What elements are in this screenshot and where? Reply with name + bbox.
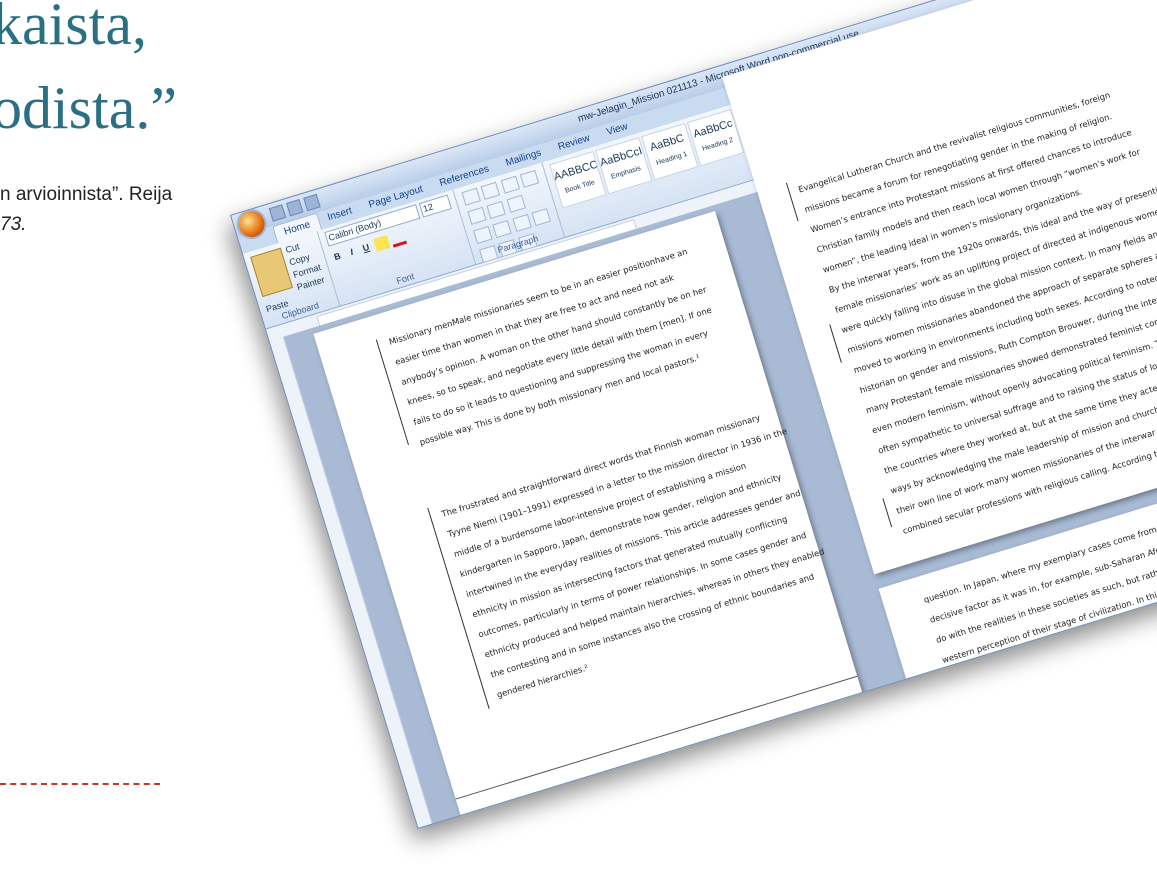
- page2-text: Evangelical Lutheran Church and the revi…: [796, 76, 1157, 542]
- document-line: viewpoint and identity this calling was …: [527, 694, 863, 806]
- bold-button[interactable]: B: [330, 248, 345, 264]
- increase-indent-icon[interactable]: [466, 206, 487, 225]
- slide-subtitle-line-2: 73.: [0, 214, 27, 235]
- undo-icon[interactable]: [285, 199, 304, 217]
- redo-icon[interactable]: [303, 193, 321, 212]
- slide-title-line-2: odista.”: [0, 75, 177, 141]
- change-bar: [882, 498, 893, 528]
- font-color-icon[interactable]: [388, 228, 407, 248]
- slide-title: kaista, odista.”: [0, 0, 177, 150]
- save-icon[interactable]: [268, 204, 287, 222]
- slide-subtitle-line-1: n arvioinnista”. Reija: [0, 184, 173, 205]
- italic-button[interactable]: I: [344, 244, 359, 260]
- change-bar: [829, 324, 842, 363]
- decrease-indent-icon[interactable]: [519, 169, 540, 188]
- underline-button[interactable]: U: [358, 240, 373, 256]
- align-left-icon[interactable]: [472, 226, 493, 245]
- pilcrow-icon[interactable]: [506, 194, 526, 213]
- word-window[interactable]: mw-Jelagin_Mission 021113 - Microsoft Wo…: [230, 0, 1157, 829]
- document-line: practical work in the mission fields.: [534, 773, 679, 826]
- document-line: the histories of the mission, and its ar…: [540, 769, 763, 829]
- highlight-icon[interactable]: [372, 234, 390, 252]
- page1-paragraph-2: The frustrated and straightforward direc…: [439, 401, 840, 706]
- multilevel-list-icon[interactable]: [500, 175, 520, 194]
- justify-icon[interactable]: [531, 208, 551, 227]
- change-bar: [785, 182, 799, 222]
- align-center-icon[interactable]: [492, 220, 512, 239]
- slide-subtitle: n arvioinnista”. Reija 73.: [0, 180, 172, 240]
- slide-title-line-1: kaista,: [0, 0, 147, 57]
- numbering-icon[interactable]: [480, 181, 501, 200]
- bullets-icon[interactable]: [461, 187, 481, 206]
- sort-icon[interactable]: [486, 200, 506, 219]
- align-right-icon[interactable]: [511, 214, 532, 233]
- dashed-divider: [0, 783, 160, 785]
